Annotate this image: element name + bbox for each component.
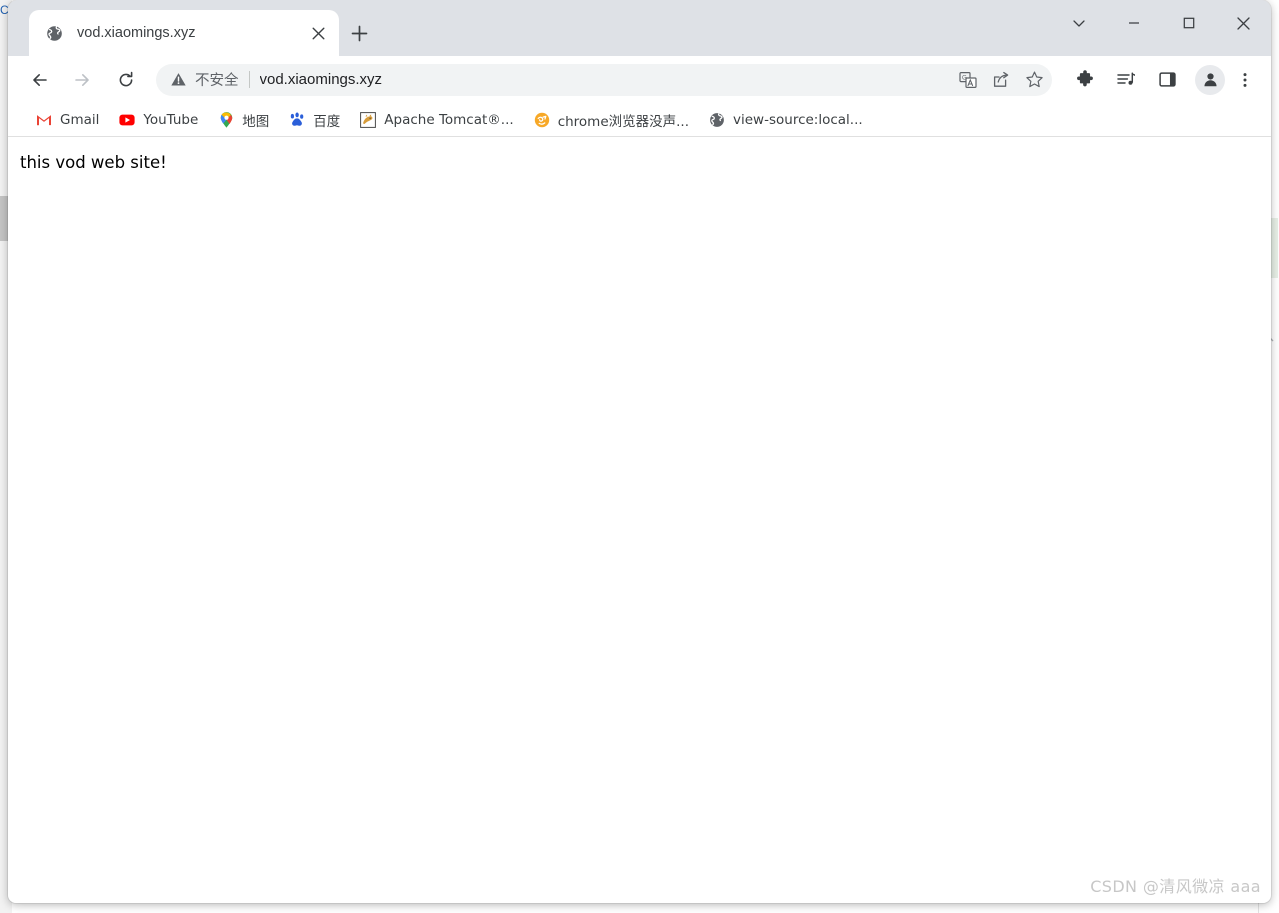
background-corner-text: C	[0, 3, 9, 17]
maximize-button[interactable]	[1161, 0, 1216, 46]
url-text[interactable]: vod.xiaomings.xyz	[260, 71, 950, 88]
address-bar[interactable]: 不安全 vod.xiaomings.xyz G	[156, 63, 1052, 96]
bookmark-label: chrome浏览器没声...	[557, 113, 690, 130]
window-controls	[1051, 0, 1271, 46]
media-playlist-icon[interactable]	[1110, 64, 1142, 96]
gmail-icon	[36, 112, 52, 128]
tab-title: vod.xiaomings.xyz	[77, 25, 196, 41]
omnibox-actions: G	[949, 66, 1048, 94]
bookmark-label: view-source:local...	[733, 111, 863, 128]
bookmark-label: 地图	[242, 113, 270, 130]
page-body-text: this vod web site!	[20, 153, 167, 172]
omnibox-separator	[248, 71, 250, 88]
translate-icon[interactable]: G	[954, 66, 982, 94]
close-button[interactable]	[1216, 0, 1271, 46]
browser-toolbar: 不安全 vod.xiaomings.xyz G	[8, 56, 1271, 103]
tab-close-icon[interactable]	[307, 22, 329, 44]
bookmark-view-source[interactable]: view-source:local...	[701, 108, 871, 132]
bookmark-label: YouTube	[143, 111, 199, 128]
browser-window: vod.xiaomings.xyz 不安全 vod.xiaomings.xyz …	[8, 0, 1271, 903]
share-icon[interactable]	[987, 66, 1015, 94]
google-maps-icon	[218, 111, 234, 128]
back-button[interactable]	[24, 64, 56, 96]
desktop-backdrop: C vod.xiaomings.xyz 不安全 vod.xiaomings.xy…	[0, 0, 1279, 913]
bookmark-baidu[interactable]: 百度	[281, 108, 348, 132]
bookmark-label: Gmail	[60, 111, 100, 128]
bookmark-chrome-note[interactable]: chrome浏览器没声...	[526, 108, 697, 132]
bookmark-tomcat[interactable]: Apache Tomcat®...	[352, 108, 521, 132]
orange-circle-icon	[534, 112, 550, 128]
forward-button[interactable]	[66, 64, 98, 96]
globe-icon	[709, 112, 725, 128]
extensions-puzzle-icon[interactable]	[1069, 64, 1101, 96]
toolbar-right-icons	[1060, 64, 1259, 96]
bookmark-label: Apache Tomcat®...	[384, 111, 514, 128]
security-status-text: 不安全	[195, 73, 239, 89]
bookmark-label: 百度	[313, 113, 341, 130]
side-panel-icon[interactable]	[1151, 64, 1183, 96]
new-tab-button[interactable]	[344, 18, 374, 48]
reload-button[interactable]	[110, 64, 142, 96]
tab-search-button[interactable]	[1051, 0, 1106, 46]
minimize-button[interactable]	[1106, 0, 1161, 46]
csdn-watermark: CSDN @清风微凉 aaa	[1090, 877, 1261, 896]
bookmark-star-icon[interactable]	[1020, 66, 1048, 94]
profile-avatar[interactable]	[1195, 64, 1225, 95]
bookmark-maps[interactable]: 地图	[210, 108, 277, 132]
browser-tab[interactable]: vod.xiaomings.xyz	[29, 10, 339, 56]
tab-strip: vod.xiaomings.xyz	[8, 0, 1271, 56]
bookmark-gmail[interactable]: Gmail	[28, 108, 107, 132]
baidu-icon	[289, 112, 305, 128]
chrome-menu-icon[interactable]	[1231, 64, 1259, 96]
warning-triangle-icon	[170, 71, 188, 89]
bookmark-youtube[interactable]: YouTube	[111, 108, 206, 132]
page-viewport: this vod web site! CSDN @清风微凉 aaa	[8, 137, 1271, 903]
tomcat-icon	[360, 111, 377, 128]
globe-icon	[46, 25, 63, 42]
bookmarks-bar: Gmail YouTube 地图 百度 Apache Tomcat®... ch…	[8, 103, 1271, 137]
youtube-icon	[119, 112, 135, 128]
